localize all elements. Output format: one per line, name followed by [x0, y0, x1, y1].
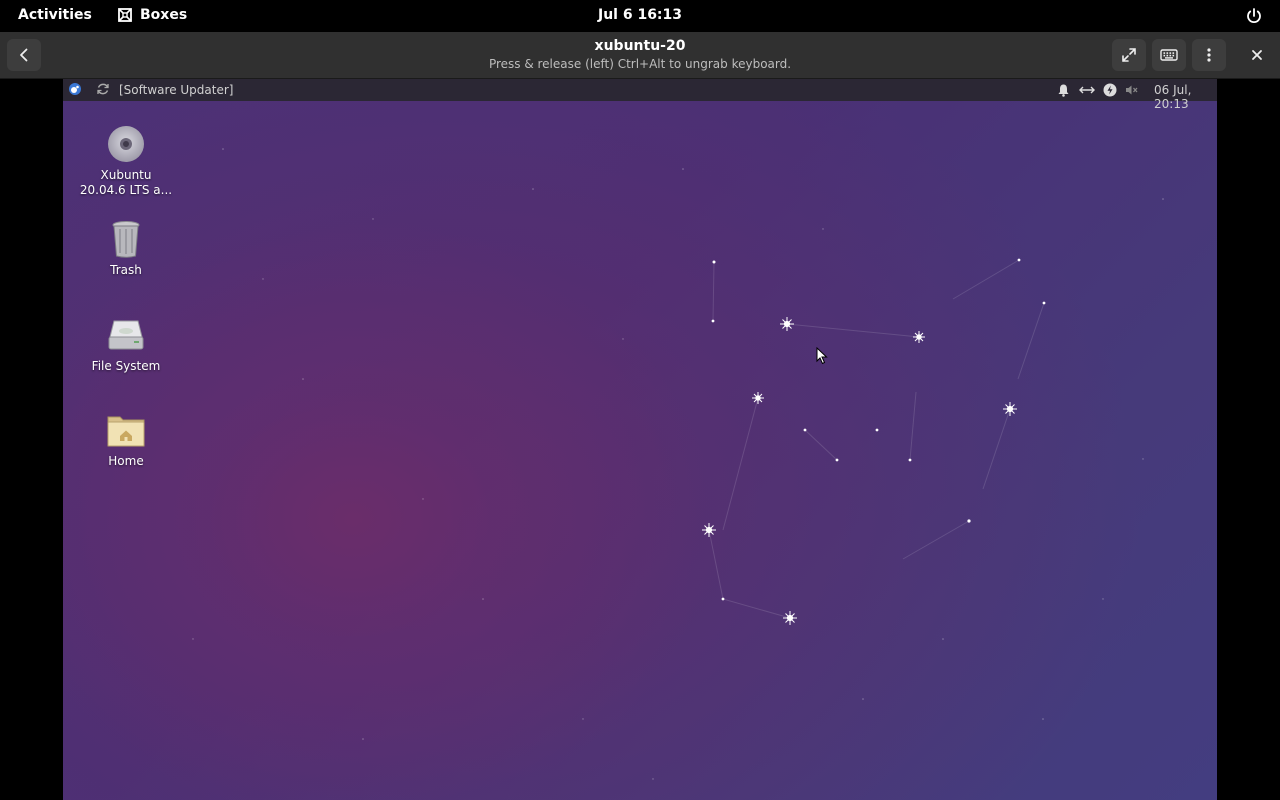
volume-muted-icon: [1126, 85, 1138, 95]
vm-display[interactable]: [Software Updater] 06 Jul, 20:13 Xubuntu…: [63, 79, 1217, 800]
close-button[interactable]: [1240, 39, 1274, 71]
keyboard-button[interactable]: [1152, 39, 1186, 71]
desktop-icon-home[interactable]: Home: [78, 410, 174, 469]
volume-tray[interactable]: [1125, 84, 1139, 99]
ungrab-hint: Press & release (left) Ctrl+Alt to ungra…: [488, 57, 792, 71]
home-folder-icon: [106, 410, 146, 450]
trash-icon: [106, 219, 146, 259]
whisker-menu-button[interactable]: [68, 82, 82, 99]
fullscreen-button[interactable]: [1112, 39, 1146, 71]
menu-button[interactable]: [1192, 39, 1226, 71]
network-tray[interactable]: [1079, 84, 1095, 99]
app-menu-boxes[interactable]: Boxes: [117, 7, 187, 23]
close-icon: [1252, 50, 1262, 60]
xfce-panel: [Software Updater] 06 Jul, 20:13: [63, 79, 1217, 111]
desktop-icon-label: 20.04.6 LTS a...: [79, 183, 173, 197]
drive-icon: [106, 315, 146, 355]
clock[interactable]: Jul 6 16:13: [598, 7, 682, 23]
desktop-icon-label: Home: [108, 454, 144, 468]
wallpaper-constellation: [192, 148, 1164, 780]
desktop-icon-xubuntu-disc[interactable]: Xubuntu 20.04.6 LTS a...: [78, 124, 174, 198]
network-icon: [1079, 86, 1095, 94]
activities-button[interactable]: Activities: [18, 7, 92, 23]
desktop-icon-label: File System: [91, 359, 161, 373]
disc-icon: [106, 124, 146, 164]
update-tray[interactable]: [1103, 83, 1117, 100]
desktop-icon-trash[interactable]: Trash: [78, 219, 174, 278]
desktop-icon-file-system[interactable]: File System: [78, 315, 174, 374]
xubuntu-mouse-icon: [69, 83, 81, 95]
update-icon: [1103, 83, 1117, 97]
desktop-icon-label: Trash: [110, 263, 142, 277]
boxes-icon: [118, 8, 132, 22]
kebab-menu-icon: [1207, 48, 1211, 62]
software-updater-icon-button[interactable]: [96, 82, 110, 99]
mouse-pointer: [816, 347, 828, 365]
fullscreen-icon: [1122, 48, 1136, 62]
panel-clock[interactable]: 06 Jul, 20:13: [1154, 83, 1217, 111]
app-name: Boxes: [140, 7, 188, 23]
desktop-icon-label: Xubuntu: [100, 168, 152, 182]
refresh-icon: [97, 83, 109, 95]
system-menu-button[interactable]: [1245, 7, 1263, 29]
gnome-top-bar: Activities Boxes Jul 6 16:13: [0, 0, 1280, 32]
bell-icon: [1058, 84, 1069, 97]
taskbar-software-updater[interactable]: [Software Updater]: [119, 83, 233, 97]
notifications-tray[interactable]: [1057, 83, 1070, 100]
boxes-header-bar: xubuntu-20 Press & release (left) Ctrl+A…: [0, 32, 1280, 79]
vm-title: xubuntu-20: [594, 38, 686, 54]
power-icon: [1247, 8, 1261, 23]
keyboard-icon: [1160, 49, 1178, 61]
